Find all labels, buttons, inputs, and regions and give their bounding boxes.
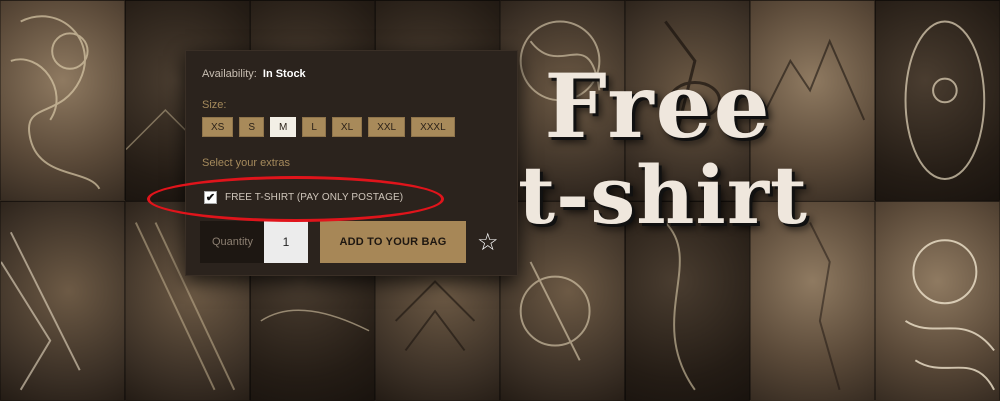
size-option-xxl[interactable]: XXL [368, 117, 406, 137]
availability: Availability: In Stock [202, 68, 306, 80]
size-option-xxxl[interactable]: XXXL [411, 117, 455, 137]
quantity-control: Quantity 1 [200, 221, 308, 263]
extras-label: Select your extras [202, 157, 291, 169]
size-option-s[interactable]: S [239, 117, 265, 137]
collage-tile [875, 200, 1000, 401]
availability-label: Availability: [202, 68, 257, 80]
size-option-l[interactable]: L [302, 117, 326, 137]
size-selector: XS S M L XL XXL XXXL [202, 117, 455, 137]
quantity-label: Quantity [212, 236, 253, 248]
size-label: Size: [202, 99, 227, 111]
promo-line-2: t-shirt [518, 148, 808, 242]
collage-tile [0, 0, 125, 201]
add-to-bag-button[interactable]: ADD TO YOUR BAG [320, 221, 466, 263]
promo-headline: Free t-shirt [468, 60, 848, 238]
availability-value: In Stock [262, 68, 306, 80]
size-option-xl[interactable]: XL [331, 117, 363, 137]
highlight-oval [147, 176, 444, 222]
quantity-input[interactable]: 1 [264, 221, 308, 263]
promo-line-1: Free [544, 54, 772, 158]
size-option-xs[interactable]: XS [202, 117, 234, 137]
collage-tile [875, 0, 1000, 201]
collage-tile [0, 200, 125, 401]
size-option-m[interactable]: M [270, 117, 297, 137]
